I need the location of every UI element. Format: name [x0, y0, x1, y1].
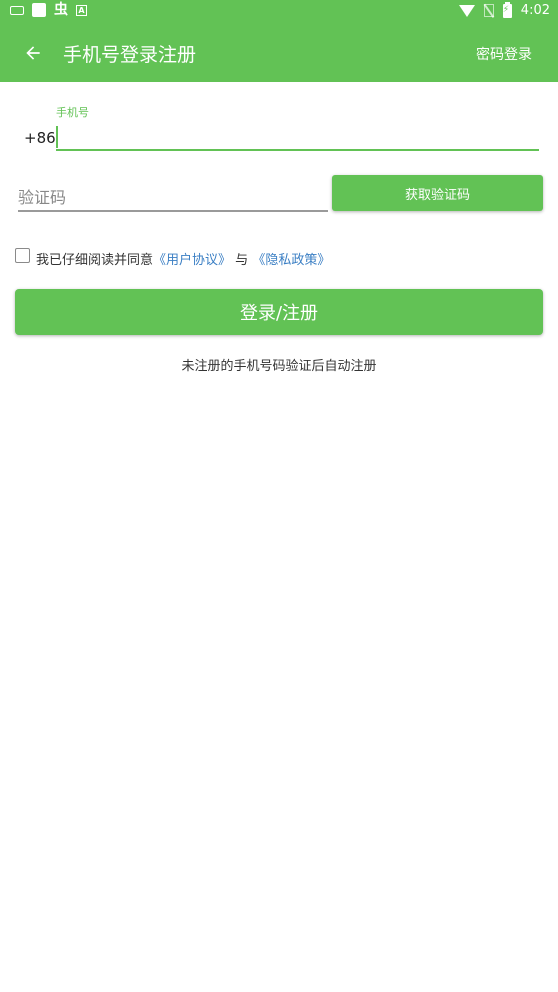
toolbar: 手机号登录注册 密码登录 [0, 24, 558, 82]
phone-field-label: 手机号 [56, 106, 89, 119]
no-sim-icon [483, 4, 494, 17]
a-icon: A [76, 4, 87, 16]
wifi-icon [458, 4, 475, 17]
agreement-text: 我已仔细阅读并同意《用户协议》 与 《隐私政策》 [36, 249, 330, 268]
privacy-policy-link[interactable]: 《隐私政策》 [252, 253, 330, 268]
arrow-left-icon [26, 46, 40, 60]
verification-code-input[interactable] [18, 184, 328, 210]
agreement-conjunction: 与 [235, 253, 249, 268]
login-register-button[interactable]: 登录/注册 [15, 289, 543, 335]
back-button[interactable] [18, 38, 48, 68]
status-time: 4:02 [520, 3, 550, 18]
agreement-checkbox[interactable] [15, 248, 30, 263]
auto-register-hint: 未注册的手机号码验证后自动注册 [181, 359, 377, 374]
phone-input-underline [56, 149, 539, 151]
bug-icon: 虫 [54, 2, 68, 18]
user-agreement-link[interactable]: 《用户协议》 [153, 253, 231, 268]
code-input-underline [18, 210, 328, 212]
square-icon [32, 3, 46, 17]
battery-charging-icon [502, 1, 512, 18]
page-title: 手机号登录注册 [63, 44, 197, 66]
keyboard-icon [10, 5, 24, 15]
text-cursor [56, 126, 58, 148]
country-code: +86 [24, 129, 56, 147]
get-code-button[interactable]: 获取验证码 [332, 175, 543, 211]
agreement-prefix: 我已仔细阅读并同意 [36, 253, 154, 268]
phone-input[interactable] [56, 123, 539, 149]
password-login-button[interactable]: 密码登录 [476, 44, 532, 64]
status-bar: 虫 A 4:02 [0, 0, 558, 24]
